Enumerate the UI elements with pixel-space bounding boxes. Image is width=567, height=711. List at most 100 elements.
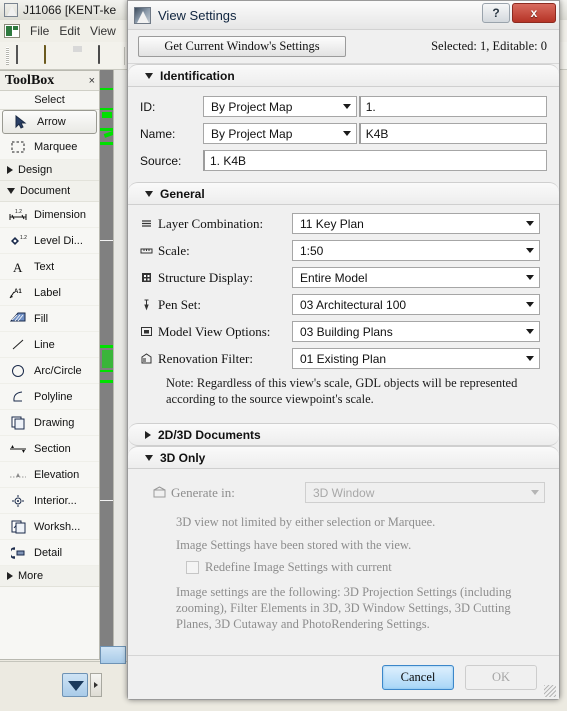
section-title-2d3d-documents: 2D/3D Documents <box>158 427 261 442</box>
chevron-down-icon <box>531 490 539 496</box>
view-settings-icon <box>134 6 151 24</box>
general-select-1[interactable]: 1:50 <box>292 240 540 261</box>
toolbox-group-more[interactable]: More <box>0 566 99 587</box>
section-header-general[interactable]: General <box>128 182 559 205</box>
toolbox-item-section[interactable]: Section <box>0 436 99 462</box>
menu-edit[interactable]: Edit <box>59 24 80 38</box>
source-label: Source: <box>140 153 182 168</box>
toolbox-item-marquee[interactable]: Marquee <box>0 134 99 160</box>
toolbox-close-icon[interactable]: × <box>89 75 95 87</box>
id-value-text: 1. <box>365 99 376 114</box>
toolbox-item-polyline[interactable]: Polyline <box>0 384 99 410</box>
general-label-wrap: Pen Set: <box>140 297 292 313</box>
toolbox-item-label: Marquee <box>34 140 78 153</box>
resize-grip[interactable] <box>544 685 556 697</box>
triangle-right-icon <box>7 572 13 580</box>
close-button[interactable]: x <box>512 3 556 23</box>
toolbox-item-label: Text <box>34 260 55 273</box>
toolbox-header: ToolBox × <box>0 71 99 91</box>
toolbox-item-fill[interactable]: Fill <box>0 306 99 332</box>
row-generate-in: Generate in: 3D Window <box>140 479 547 506</box>
toolbar-grip[interactable] <box>6 46 9 65</box>
print-icon[interactable] <box>97 44 117 66</box>
section-header-identification[interactable]: Identification <box>128 64 559 87</box>
general-select-value: 11 Key Plan <box>300 216 364 231</box>
toolbox-item-label: Polyline <box>34 390 73 403</box>
general-rows: Layer Combination: 11 Key Plan Scale: 1:50 S… <box>140 210 547 372</box>
get-current-window-settings-button[interactable]: Get Current Window's Settings <box>138 36 346 57</box>
toolbox-item-arrow[interactable]: Arrow <box>2 110 97 134</box>
name-mode-select[interactable]: By Project Map <box>203 123 357 144</box>
help-button[interactable]: ? <box>482 3 510 23</box>
toolbox-item-worksh-[interactable]: Worksh... <box>0 514 99 540</box>
section-header-3d-only[interactable]: 3D Only <box>128 446 559 470</box>
arc-circle-icon <box>8 362 28 380</box>
tool-overflow-button[interactable] <box>90 673 102 697</box>
general-select-5[interactable]: 01 Existing Plan <box>292 348 540 369</box>
toolbox-item-label[interactable]: A1 Label <box>0 280 99 306</box>
dialog-titlebar[interactable]: View Settings ? x <box>128 1 559 30</box>
menu-file[interactable]: File <box>30 24 49 38</box>
toolbox-item-arc-circle[interactable]: Arc/Circle <box>0 358 99 384</box>
cad-element <box>102 112 112 118</box>
triangle-right-icon <box>7 166 13 174</box>
id-value-input[interactable]: 1. <box>358 96 547 117</box>
new-document-icon[interactable] <box>16 44 36 66</box>
toolbox-group-label: More <box>18 570 44 582</box>
redefine-image-settings-label: Redefine Image Settings with current <box>205 559 392 574</box>
general-select-value: Entire Model <box>300 270 368 285</box>
info-line-2: Image Settings have been stored with the… <box>176 537 412 552</box>
toolbox-group-design[interactable]: Design <box>0 160 99 181</box>
canvas-scrollbar[interactable] <box>113 70 127 670</box>
section-title-identification: Identification <box>160 68 235 83</box>
toolbox-item-line[interactable]: Line <box>0 332 99 358</box>
redefine-image-settings-row[interactable]: Redefine Image Settings with current <box>140 556 547 579</box>
chevron-down-icon <box>526 275 534 280</box>
detail-icon <box>8 544 28 562</box>
toolbox-item-label: Line <box>34 338 55 351</box>
active-tool-button[interactable] <box>62 673 88 697</box>
toolbox-item-interior-[interactable]: Interior... <box>0 488 99 514</box>
id-mode-select[interactable]: By Project Map <box>203 96 357 117</box>
general-select-2[interactable]: Entire Model <box>292 267 540 288</box>
general-select-3[interactable]: 03 Architectural 100 <box>292 294 540 315</box>
svg-text:1.2: 1.2 <box>20 235 27 241</box>
toolbox-item-level-di-[interactable]: 1.2 Level Di... <box>0 228 99 254</box>
generate-in-value: 3D Window <box>313 485 375 500</box>
toolbox-item-detail[interactable]: Detail <box>0 540 99 566</box>
layers-icon <box>140 217 153 230</box>
renovation-icon <box>140 352 153 365</box>
chevron-down-icon <box>526 221 534 226</box>
general-select-0[interactable]: 11 Key Plan <box>292 213 540 234</box>
general-label: Renovation Filter: <box>158 350 253 366</box>
arrow-cursor-icon <box>11 113 31 131</box>
toolbox-item-label: Dimension <box>34 208 86 221</box>
general-label-wrap: Model View Options: <box>140 324 292 340</box>
drawing-icon <box>8 414 28 432</box>
toolbar-separator <box>124 46 125 65</box>
toolbox-item-text[interactable]: A Text <box>0 254 99 280</box>
toolbox-item-dimension[interactable]: 1.2 Dimension <box>0 202 99 228</box>
section-icon <box>8 440 28 458</box>
toolbox-group-label: Document <box>20 185 71 197</box>
toolbox-item-drawing[interactable]: Drawing <box>0 410 99 436</box>
navigator-preview-button[interactable] <box>100 646 126 664</box>
toolbox-item-label: Interior... <box>34 494 77 507</box>
general-label-wrap: Scale: <box>140 243 292 259</box>
cancel-button[interactable]: Cancel <box>382 665 454 690</box>
triangle-down-icon <box>145 190 153 197</box>
row-model-view-options: Model View Options: 03 Building Plans <box>140 318 547 345</box>
redefine-image-settings-checkbox[interactable] <box>186 560 199 574</box>
section-header-2d3d-documents[interactable]: 2D/3D Documents <box>128 423 559 447</box>
toolbox-item-elevation[interactable]: Elevation <box>0 462 99 488</box>
save-disk-icon[interactable] <box>70 46 90 66</box>
open-folder-icon[interactable] <box>43 44 63 66</box>
menu-view[interactable]: View <box>90 24 116 38</box>
toolbox-item-label: Drawing <box>34 416 75 429</box>
section-body-identification: ID: By Project Map 1. Name: By Project M… <box>128 87 559 182</box>
toolbox-group-document[interactable]: Document <box>0 181 99 202</box>
general-select-4[interactable]: 03 Building Plans <box>292 321 540 342</box>
name-value-input[interactable]: K4B <box>358 123 547 144</box>
text-icon: A <box>8 258 28 276</box>
dimension-icon: 1.2 <box>8 206 28 224</box>
